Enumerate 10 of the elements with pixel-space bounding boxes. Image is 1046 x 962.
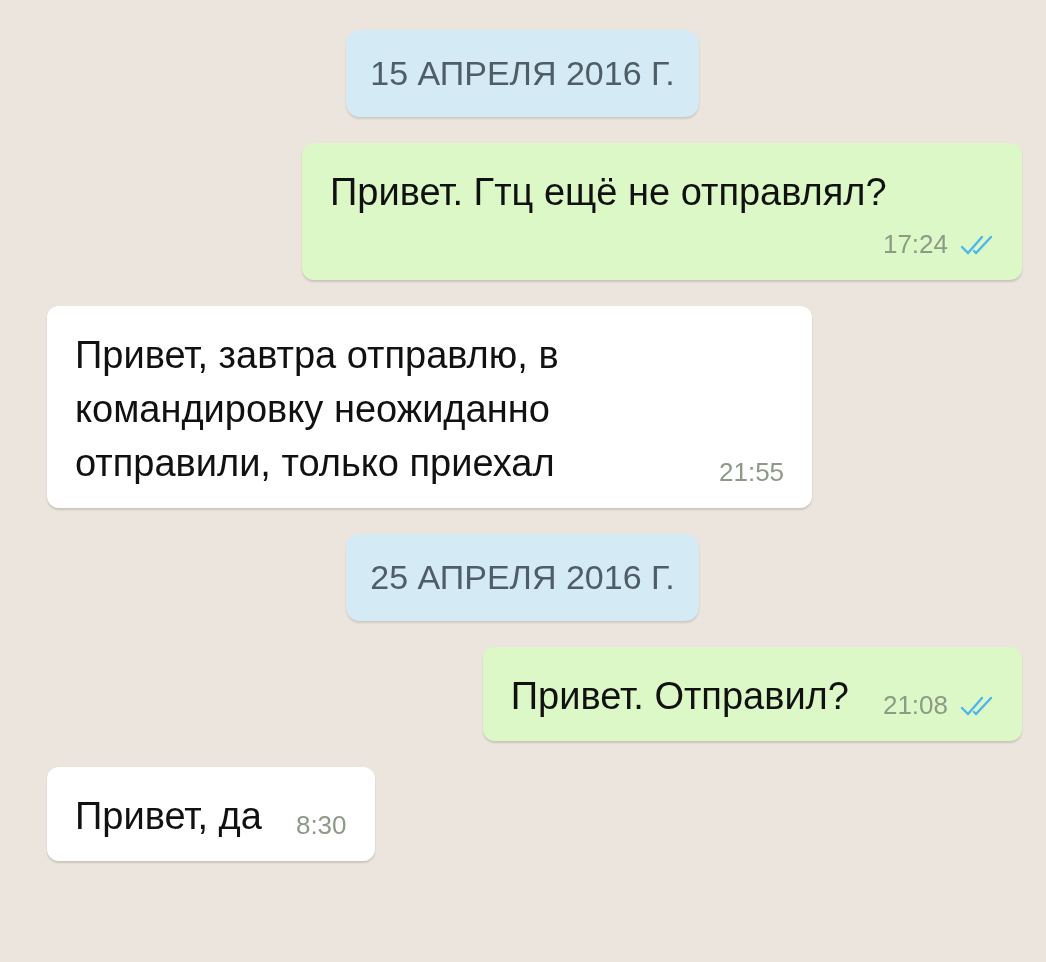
message-text: Привет, да — [75, 794, 262, 839]
message-time: 17:24 — [882, 229, 948, 260]
message-time: 21:08 — [882, 690, 948, 721]
message-time: 8:30 — [295, 810, 347, 841]
message-text: Привет. Отправил? — [510, 674, 849, 719]
message-text: Привет, завтра отправлю, в командировку неожиданно отправили, только приехал — [75, 333, 560, 486]
message-text: Привет. Гтц ещё не отправлял? — [330, 170, 887, 215]
message-time: 21:55 — [719, 457, 785, 488]
date-label: 15 АПРЕЛЯ 2016 Г. — [346, 30, 699, 117]
date-label: 25 АПРЕЛЯ 2016 Г. — [346, 534, 699, 621]
